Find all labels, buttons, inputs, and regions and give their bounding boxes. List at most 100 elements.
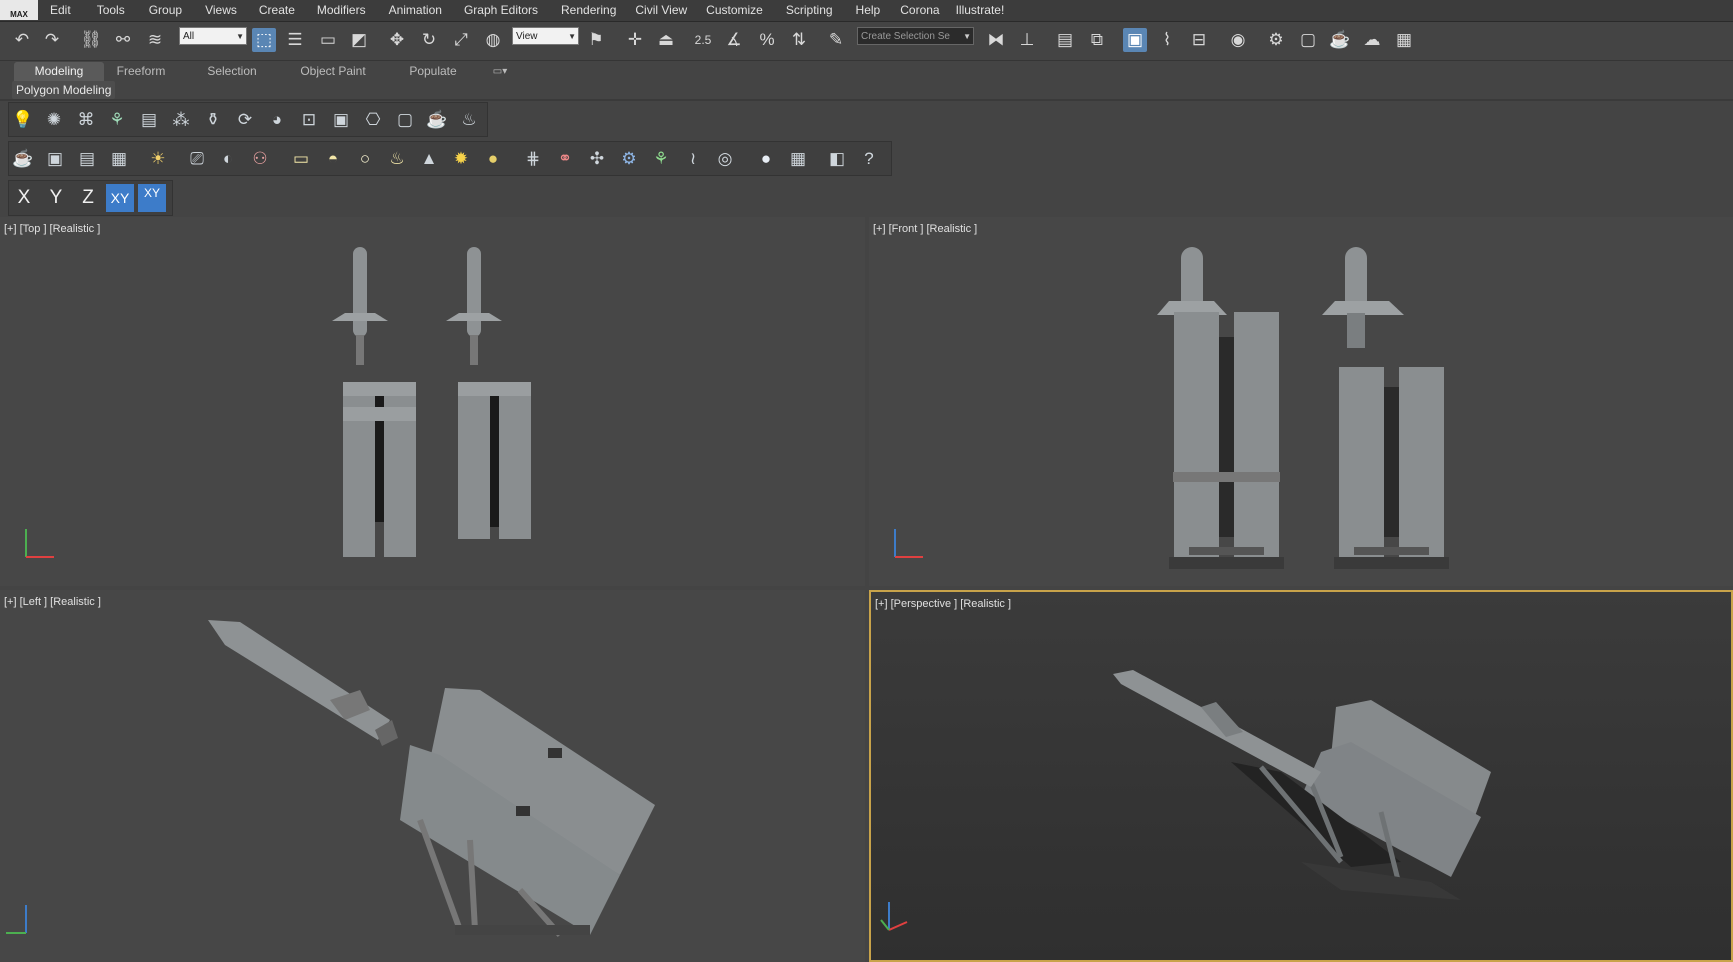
- select-object-icon[interactable]: ⬚: [252, 28, 276, 52]
- table-icon[interactable]: ▦: [107, 147, 131, 171]
- spinner-snap-icon[interactable]: ⇅: [787, 28, 811, 52]
- curve-editor-icon[interactable]: ⌇: [1155, 28, 1179, 52]
- gear-icon[interactable]: ⚙: [617, 147, 641, 171]
- pivot-center-icon[interactable]: ⚑: [584, 28, 608, 52]
- tab-modeling[interactable]: Modeling: [14, 62, 104, 81]
- video-camera-icon[interactable]: ⚇: [248, 147, 272, 171]
- film-icon[interactable]: ▣: [329, 108, 353, 132]
- converter-icon[interactable]: ◧: [825, 147, 849, 171]
- angle-snap-icon[interactable]: ∡: [722, 28, 746, 52]
- teapot-icon[interactable]: ☕: [425, 108, 449, 132]
- light-lister-icon[interactable]: ☀: [146, 147, 170, 171]
- menu-graph-editors[interactable]: Graph Editors: [464, 0, 538, 21]
- menu-customize[interactable]: Customize: [706, 0, 763, 21]
- help-icon[interactable]: ?: [857, 147, 881, 171]
- sphere-icon[interactable]: ●: [481, 147, 505, 171]
- named-selection-dropdown[interactable]: Create Selection Se ▼: [857, 27, 974, 45]
- viewport-left[interactable]: [+] [Left ] [Realistic ]: [0, 590, 865, 962]
- ribbon-toggle-icon[interactable]: ▣: [1123, 28, 1147, 52]
- constrain-x-button[interactable]: X: [10, 184, 38, 212]
- menu-modifiers[interactable]: Modifiers: [317, 0, 366, 21]
- sun-light-icon[interactable]: ✹: [449, 147, 473, 171]
- menu-civil-view[interactable]: Civil View: [635, 0, 687, 21]
- viewport-front[interactable]: [+] [Front ] [Realistic ]: [869, 217, 1733, 586]
- viewport-frame-icon[interactable]: ▢: [393, 108, 417, 132]
- menu-tools[interactable]: Tools: [97, 0, 125, 21]
- menu-scripting[interactable]: Scripting: [786, 0, 833, 21]
- spotlight-icon[interactable]: ◐: [216, 147, 240, 171]
- select-by-name-icon[interactable]: ☰: [283, 28, 307, 52]
- tab-object-paint[interactable]: Object Paint: [287, 62, 379, 81]
- unlink-icon[interactable]: ⚯: [111, 28, 135, 52]
- teapot-render-icon[interactable]: ☕: [11, 147, 35, 171]
- scale-icon[interactable]: ⤢: [449, 28, 473, 52]
- grid-icon[interactable]: ⋕: [521, 147, 545, 171]
- layer-explorer-icon[interactable]: ▤: [1053, 28, 1077, 52]
- viewport-perspective[interactable]: [+] [Perspective ] [Realistic ]: [869, 590, 1733, 962]
- tab-populate[interactable]: Populate: [396, 62, 470, 81]
- hair-fur-icon[interactable]: ≀: [681, 147, 705, 171]
- reference-coord-dropdown[interactable]: View ▼: [512, 27, 579, 45]
- constrain-xy-button[interactable]: XY: [106, 184, 134, 212]
- camera-group-icon[interactable]: ⌘: [74, 108, 98, 132]
- light-bulb-icon[interactable]: 💡: [11, 108, 35, 132]
- menu-rendering[interactable]: Rendering: [561, 0, 616, 21]
- sphere-map-icon[interactable]: ◕: [265, 108, 289, 132]
- constrain-y-button[interactable]: Y: [42, 184, 70, 212]
- cone-light-icon[interactable]: ▲: [417, 147, 441, 171]
- camera-icon[interactable]: ⎔: [361, 108, 385, 132]
- plane-light-icon[interactable]: ▭: [289, 147, 313, 171]
- schematic-view-icon[interactable]: ⊟: [1187, 28, 1211, 52]
- bowl-light-icon[interactable]: ♨: [385, 147, 409, 171]
- menu-corona[interactable]: Corona: [900, 0, 939, 21]
- rectangular-selection-icon[interactable]: ▭: [316, 28, 340, 52]
- percent-snap-icon[interactable]: %: [755, 28, 779, 52]
- viewport-top[interactable]: [+] [Top ] [Realistic ]: [0, 217, 865, 586]
- keyboard-shortcut-override-icon[interactable]: ⏏: [654, 28, 678, 52]
- move-icon[interactable]: ✥: [385, 28, 409, 52]
- shell-icon[interactable]: ◎: [713, 147, 737, 171]
- mirror-icon[interactable]: ⧓: [984, 28, 1008, 52]
- render-camera-icon[interactable]: ⎚: [185, 147, 209, 171]
- spray-icon[interactable]: ⁂: [169, 108, 193, 132]
- placement-icon[interactable]: ◍: [481, 28, 505, 52]
- render-elements-icon[interactable]: ▤: [75, 147, 99, 171]
- render-frame-window-icon[interactable]: ▦: [1392, 28, 1416, 52]
- menu-edit[interactable]: Edit: [50, 0, 71, 21]
- dome-light-icon[interactable]: ◓: [321, 147, 345, 171]
- menu-create[interactable]: Create: [259, 0, 295, 21]
- select-manipulate-icon[interactable]: ✛: [623, 28, 647, 52]
- render-iterative-icon[interactable]: ☁: [1360, 28, 1384, 52]
- edit-named-selection-icon[interactable]: ✎: [824, 28, 848, 52]
- frame-icon[interactable]: ⊡: [297, 108, 321, 132]
- window-crossing-icon[interactable]: ◩: [347, 28, 371, 52]
- frame-buffer-icon[interactable]: ▣: [43, 147, 67, 171]
- ribbon-panel-title[interactable]: Polygon Modeling: [12, 81, 116, 99]
- menu-views[interactable]: Views: [205, 0, 237, 21]
- tab-selection[interactable]: Selection: [192, 62, 272, 81]
- render-production-icon[interactable]: ☕: [1328, 28, 1352, 52]
- menu-illustrate[interactable]: Illustrate!: [956, 0, 1005, 21]
- tab-freeform[interactable]: Freeform: [104, 62, 178, 81]
- constrain-xy-lock-button[interactable]: XY: [138, 184, 166, 212]
- app-logo[interactable]: MAX: [0, 0, 38, 20]
- rendered-frame-window-icon[interactable]: ▢: [1296, 28, 1320, 52]
- snaps-toggle-icon[interactable]: 2.5: [691, 28, 715, 52]
- lamp-icon[interactable]: ♨: [457, 108, 481, 132]
- molecule-icon[interactable]: ⚭: [553, 147, 577, 171]
- menu-animation[interactable]: Animation: [389, 0, 442, 21]
- sphere-light-icon[interactable]: ○: [353, 147, 377, 171]
- ribbon-options-icon[interactable]: ▭▾: [486, 62, 514, 81]
- bind-space-warp-icon[interactable]: ≋: [143, 28, 167, 52]
- refresh-icon[interactable]: ⟳: [233, 108, 257, 132]
- menu-help[interactable]: Help: [856, 0, 881, 21]
- selection-filter-dropdown[interactable]: All ▼: [179, 27, 247, 45]
- material-grid-icon[interactable]: ▦: [786, 147, 810, 171]
- menu-group[interactable]: Group: [149, 0, 182, 21]
- link-icon[interactable]: ⛓: [79, 28, 103, 52]
- sun-icon[interactable]: ✺: [42, 108, 66, 132]
- rotate-icon[interactable]: ↻: [417, 28, 441, 52]
- scatter-icon[interactable]: ✣: [585, 147, 609, 171]
- list-icon[interactable]: ▤: [137, 108, 161, 132]
- bottle-icon[interactable]: ⚱: [201, 108, 225, 132]
